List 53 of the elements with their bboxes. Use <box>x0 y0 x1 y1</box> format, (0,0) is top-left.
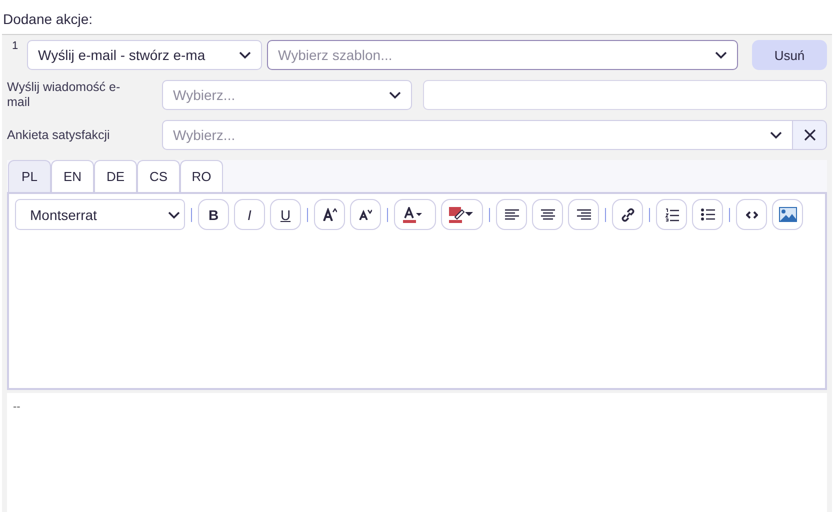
placeholder: Wybierz... <box>173 127 236 143</box>
chevron-down-icon <box>168 210 180 218</box>
image-button[interactable] <box>772 199 803 230</box>
align-left-icon <box>504 208 518 221</box>
chevron-down-icon <box>389 91 401 99</box>
link-icon <box>620 208 634 222</box>
code-icon <box>746 210 758 218</box>
chevron-down-icon <box>770 131 782 139</box>
section-heading: Dodane akcje: <box>3 11 93 29</box>
language-tab[interactable]: RO <box>180 160 223 192</box>
row-number: 1 <box>11 40 20 52</box>
selected-value: Montserrat <box>30 206 97 222</box>
editor-area[interactable]: Montserrat B I U <box>7 192 827 390</box>
clear-button[interactable] <box>793 120 827 150</box>
chevron-down-icon <box>715 51 727 59</box>
placeholder: Wybierz szablon... <box>278 47 392 63</box>
bullet-list-button[interactable] <box>692 199 723 230</box>
highlight-icon <box>449 206 475 222</box>
font-grow-icon <box>322 208 336 221</box>
font-shrink-icon <box>359 209 372 220</box>
language-tab[interactable]: CS <box>137 160 180 192</box>
field-label: Ankieta satysfakcji <box>7 128 111 142</box>
delete-button[interactable]: Usuń <box>752 40 827 70</box>
link-button[interactable] <box>612 199 643 230</box>
close-icon <box>804 129 816 141</box>
numbered-list-button[interactable] <box>656 199 687 230</box>
align-right-icon <box>576 208 590 221</box>
language-tab[interactable]: PL <box>8 160 51 192</box>
code-button[interactable] <box>736 199 767 230</box>
numbered-list-icon <box>664 208 678 222</box>
font-dropdown[interactable]: Montserrat <box>15 199 185 230</box>
highlight-button[interactable] <box>441 199 483 230</box>
image-icon <box>778 207 796 222</box>
italic-button[interactable]: I <box>234 199 265 230</box>
text-color-button[interactable] <box>394 199 436 230</box>
selected-value: Wyślij e-mail - stwórz e-ma <box>38 47 206 63</box>
align-center-button[interactable] <box>532 199 563 230</box>
bold-button[interactable]: B <box>198 199 229 230</box>
signature-text: -- <box>7 393 827 512</box>
align-left-button[interactable] <box>496 199 527 230</box>
underline-button[interactable]: U <box>270 199 301 230</box>
field-label: Wyślij wiadomość e-mail <box>7 80 122 110</box>
align-right-button[interactable] <box>568 199 599 230</box>
bullet-list-icon <box>700 208 714 221</box>
language-tab[interactable]: DE <box>94 160 137 192</box>
action-type-dropdown[interactable]: Wyślij e-mail - stwórz e-ma <box>27 40 262 70</box>
align-center-icon <box>540 208 554 221</box>
font-grow-button[interactable] <box>314 199 345 230</box>
language-tab[interactable]: EN <box>51 160 94 192</box>
font-shrink-button[interactable] <box>350 199 381 230</box>
input-field[interactable] <box>423 80 827 110</box>
placeholder: Wybierz... <box>173 87 236 103</box>
chevron-down-icon <box>239 51 251 59</box>
